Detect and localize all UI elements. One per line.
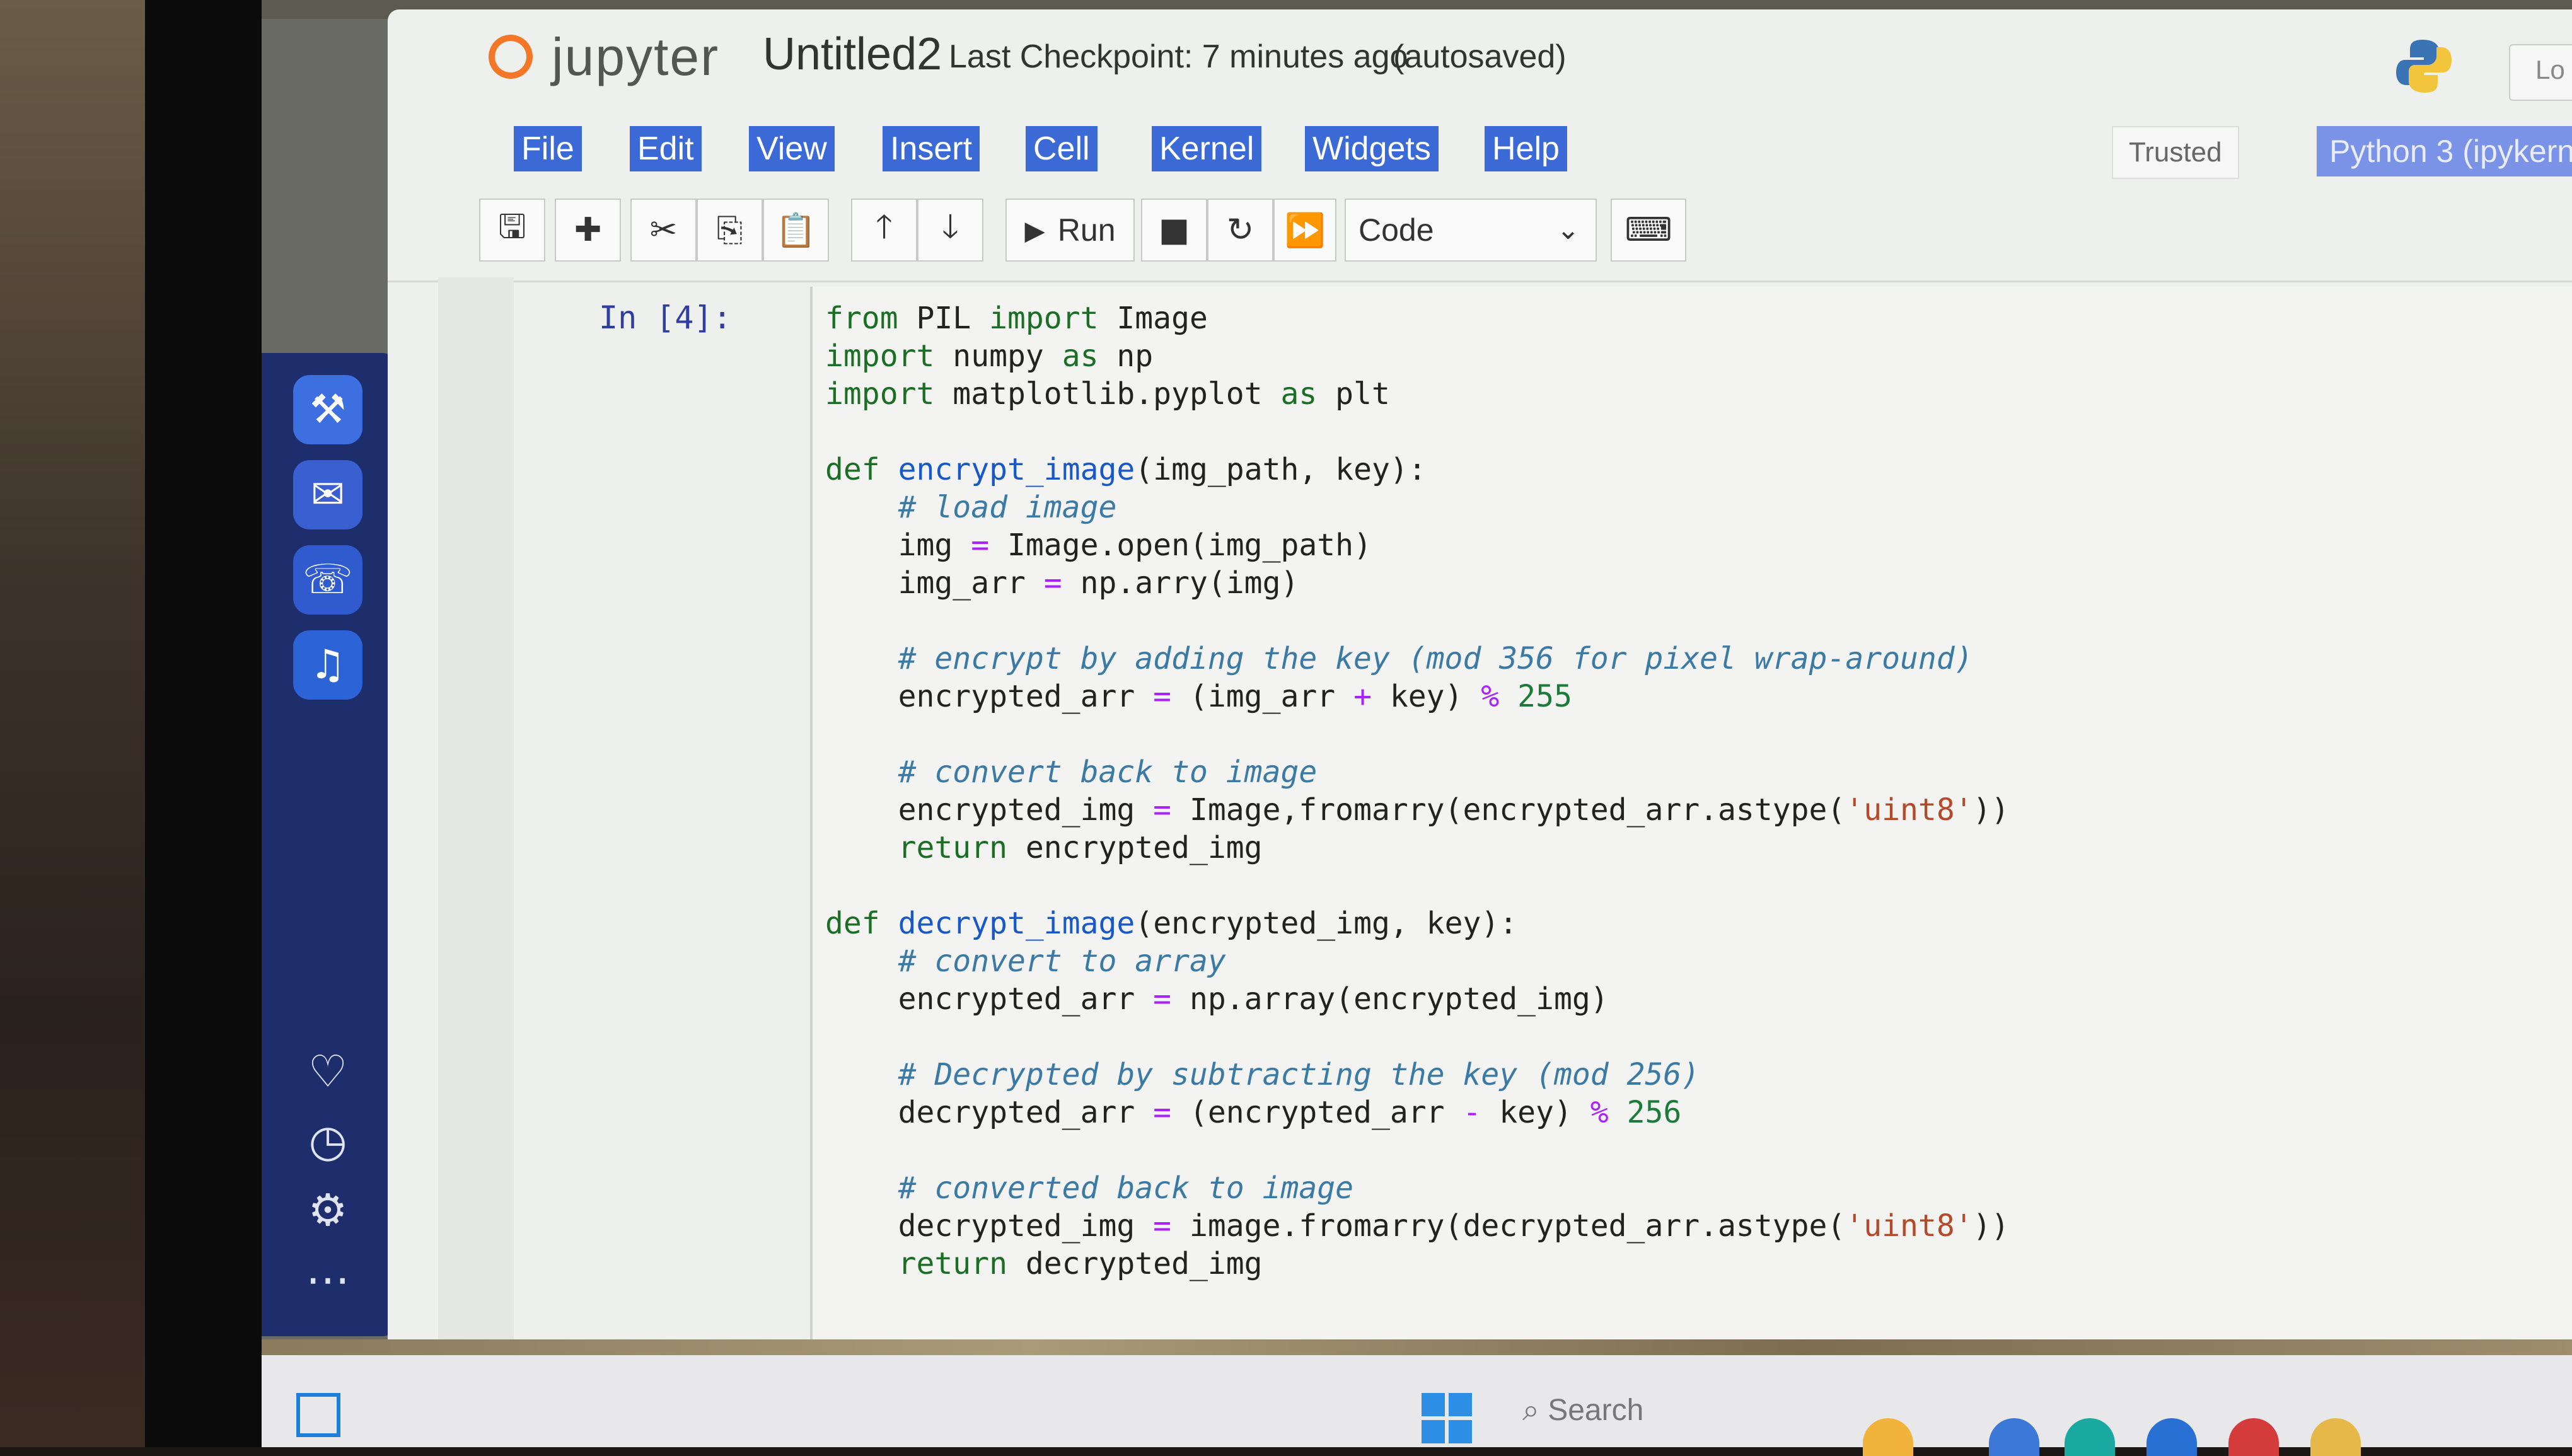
- menu-view[interactable]: View: [749, 126, 835, 171]
- tray-app-icon[interactable]: [1989, 1418, 2039, 1456]
- clock-icon[interactable]: ◷: [296, 1109, 359, 1172]
- cut-button[interactable]: ✂: [630, 199, 697, 262]
- menu-bar: File Edit View Insert Cell Kernel Widget…: [388, 126, 2572, 183]
- menu-file[interactable]: File: [514, 126, 582, 171]
- run-label: Run: [1057, 212, 1116, 248]
- stop-icon: ■: [1158, 211, 1190, 249]
- menu-widgets[interactable]: Widgets: [1305, 126, 1439, 171]
- move-down-button[interactable]: 🡓: [917, 199, 983, 262]
- messenger-icon[interactable]: ✉: [293, 460, 362, 529]
- save-icon: 🖫: [498, 207, 526, 246]
- cell-type-value: Code: [1358, 212, 1434, 248]
- command-palette-button[interactable]: ⌨: [1611, 199, 1686, 262]
- cell-type-select[interactable]: Code ⌄: [1345, 199, 1597, 262]
- jupyter-window: jupyter Untitled2 Last Checkpoint: 7 min…: [388, 9, 2572, 1339]
- trusted-indicator[interactable]: Trusted: [2112, 126, 2239, 179]
- scissors-icon: ✂: [649, 211, 678, 249]
- folder-icon[interactable]: [2310, 1418, 2361, 1456]
- whatsapp-icon[interactable]: ☏: [293, 545, 362, 615]
- arrow-down-icon: 🡓: [941, 207, 959, 246]
- heart-icon[interactable]: ♡: [296, 1040, 359, 1103]
- paste-icon: 📋: [775, 211, 816, 250]
- taskbar: ⌕ Search: [262, 1355, 2572, 1456]
- code-editor[interactable]: from PIL import Image import numpy as np…: [810, 287, 2572, 1339]
- python-logo-icon: [2396, 40, 2452, 93]
- save-button[interactable]: 🖫: [479, 199, 545, 262]
- autosave-status: (autosaved): [1393, 38, 1567, 75]
- insert-cell-button[interactable]: ✚: [555, 199, 621, 262]
- checkpoint-status: Last Checkpoint: 7 minutes ago: [949, 38, 1408, 75]
- copy-button[interactable]: ⎘: [697, 199, 763, 262]
- opera-icon[interactable]: [2228, 1418, 2279, 1456]
- jupyter-logo[interactable]: jupyter: [482, 26, 720, 86]
- kernel-indicator[interactable]: Python 3 (ipykerne: [2317, 126, 2572, 176]
- run-button[interactable]: ▶ Run: [1005, 199, 1135, 262]
- desktop-wallpaper-strip: [262, 1339, 2572, 1357]
- restart-run-all-button[interactable]: ⏩: [1273, 199, 1336, 262]
- toolbar-divider: [388, 280, 2572, 282]
- app-launcher-icon[interactable]: ⚒: [293, 375, 362, 444]
- task-view-icon[interactable]: [296, 1393, 340, 1437]
- plus-icon: ✚: [574, 211, 602, 249]
- settings-gear-icon[interactable]: ⚙: [296, 1179, 359, 1242]
- more-icon[interactable]: ⋯: [296, 1248, 359, 1311]
- store-icon[interactable]: [2146, 1418, 2197, 1456]
- search-icon: ⌕: [1522, 1394, 1548, 1427]
- background-scene: [0, 0, 145, 1447]
- menu-cell[interactable]: Cell: [1026, 126, 1098, 171]
- header: jupyter Untitled2 Last Checkpoint: 7 min…: [388, 9, 2572, 104]
- move-up-button[interactable]: 🡑: [851, 199, 917, 262]
- windows-start-icon[interactable]: [1422, 1393, 1472, 1443]
- edge-icon[interactable]: [2065, 1418, 2115, 1456]
- keyboard-icon: ⌨: [1625, 211, 1672, 249]
- code-cell[interactable]: In [4]: from PIL import Image import num…: [539, 287, 2572, 1339]
- chevron-down-icon: ⌄: [1556, 214, 1580, 246]
- jupyter-logo-icon: [482, 28, 539, 85]
- menu-kernel[interactable]: Kernel: [1152, 126, 1262, 171]
- toolbar: 🖫 ✚ ✂ ⎘ 📋 🡑 🡓 ▶ Run ■ ↻ ⏩ Code ⌄ ⌨: [388, 199, 2572, 268]
- logo-text: jupyter: [552, 26, 720, 86]
- tray-app-icon[interactable]: [1863, 1418, 1913, 1456]
- paste-button[interactable]: 📋: [763, 199, 829, 262]
- notebook-gutter: [438, 277, 514, 1339]
- notebook-name[interactable]: Untitled2: [763, 28, 942, 80]
- copy-icon: ⎘: [716, 211, 743, 249]
- fast-forward-icon: ⏩: [1284, 211, 1326, 250]
- app-sidebar: ⚒ ✉ ☏ ♫ ♡ ◷ ⚙ ⋯: [262, 353, 397, 1336]
- code-text: from PIL import Image import numpy as np…: [825, 301, 2010, 1281]
- input-prompt: In [4]:: [599, 299, 732, 336]
- menu-edit[interactable]: Edit: [630, 126, 702, 171]
- interrupt-button[interactable]: ■: [1141, 199, 1207, 262]
- logout-button[interactable]: Lo: [2509, 44, 2572, 101]
- headphones-icon[interactable]: ♫: [293, 630, 362, 700]
- monitor-bezel: [145, 0, 265, 1447]
- search-placeholder: Search: [1548, 1394, 1644, 1427]
- restart-button[interactable]: ↻: [1207, 199, 1273, 262]
- arrow-up-icon: 🡑: [875, 207, 893, 246]
- taskbar-search[interactable]: ⌕ Search: [1522, 1393, 1643, 1428]
- menu-help[interactable]: Help: [1485, 126, 1567, 171]
- restart-icon: ↻: [1226, 211, 1254, 249]
- menu-insert[interactable]: Insert: [883, 126, 980, 171]
- play-icon: ▶: [1024, 214, 1045, 246]
